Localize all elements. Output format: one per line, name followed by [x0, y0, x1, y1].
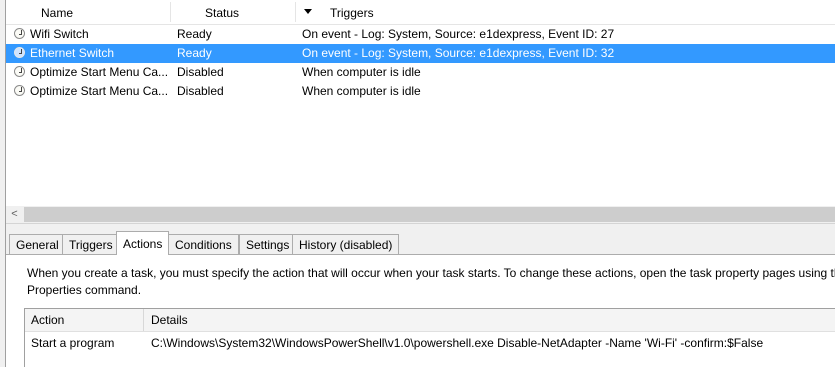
column-header-status[interactable]: Status: [205, 0, 239, 24]
task-row[interactable]: Optimize Start Menu Ca... Disabled When …: [6, 82, 835, 101]
tab-strip: General Triggers Actions Conditions Sett…: [6, 231, 835, 255]
task-name: Optimize Start Menu Ca...: [30, 84, 169, 98]
clock-icon: [14, 28, 25, 39]
actions-panel: When you create a task, you must specify…: [6, 255, 835, 367]
actions-table-header: Action Details: [25, 309, 835, 332]
sort-descending-icon: [304, 9, 312, 14]
tab-general[interactable]: General: [9, 234, 66, 254]
column-header-name[interactable]: Name: [41, 0, 73, 24]
column-header-action[interactable]: Action: [31, 309, 64, 331]
tab-settings[interactable]: Settings: [239, 234, 297, 254]
task-list[interactable]: Name Status Triggers Wifi Switch Ready O…: [6, 0, 835, 225]
tab-conditions[interactable]: Conditions: [168, 234, 239, 254]
task-trigger: When computer is idle: [302, 65, 421, 79]
tab-history[interactable]: History (disabled): [292, 234, 400, 254]
tab-triggers[interactable]: Triggers: [62, 234, 120, 254]
horizontal-scrollbar[interactable]: <: [6, 206, 835, 223]
task-row[interactable]: Wifi Switch Ready On event - Log: System…: [6, 25, 835, 44]
task-name: Wifi Switch: [30, 27, 89, 41]
task-name: Optimize Start Menu Ca...: [30, 65, 169, 79]
clock-icon: [14, 66, 25, 77]
description-line: Properties command.: [27, 283, 142, 297]
task-name: Ethernet Switch: [30, 46, 115, 60]
clock-icon: [14, 85, 25, 96]
task-status: Disabled: [177, 65, 224, 79]
task-trigger: On event - Log: System, Source: e1dexpre…: [302, 27, 615, 41]
column-separator[interactable]: [295, 2, 296, 22]
task-status: Ready: [177, 27, 212, 41]
task-list-header: Name Status Triggers: [6, 0, 835, 25]
action-type: Start a program: [31, 336, 115, 350]
task-status: Ready: [177, 46, 212, 60]
column-separator[interactable]: [170, 2, 171, 22]
scroll-left-icon[interactable]: <: [6, 206, 23, 223]
column-header-triggers[interactable]: Triggers: [330, 0, 374, 24]
actions-table: Action Details Start a program C:\Window…: [24, 308, 835, 367]
task-trigger: When computer is idle: [302, 84, 421, 98]
column-separator[interactable]: [143, 309, 144, 331]
task-status: Disabled: [177, 84, 224, 98]
action-details: C:\Windows\System32\WindowsPowerShell\v1…: [151, 336, 764, 350]
column-header-details[interactable]: Details: [151, 309, 188, 331]
task-row[interactable]: Optimize Start Menu Ca... Disabled When …: [6, 63, 835, 82]
action-row[interactable]: Start a program C:\Windows\System32\Wind…: [25, 332, 835, 354]
tab-actions[interactable]: Actions: [116, 231, 170, 255]
description-line: When you create a task, you must specify…: [27, 266, 835, 280]
scrollbar-thumb[interactable]: [24, 207, 835, 222]
task-trigger: On event - Log: System, Source: e1dexpre…: [302, 46, 615, 60]
clock-icon: [14, 47, 25, 58]
task-row-selected[interactable]: Ethernet Switch Ready On event - Log: Sy…: [6, 44, 835, 63]
task-rows: Wifi Switch Ready On event - Log: System…: [6, 25, 835, 101]
actions-description: When you create a task, you must specify…: [27, 265, 835, 299]
pane-splitter[interactable]: [6, 223, 835, 231]
